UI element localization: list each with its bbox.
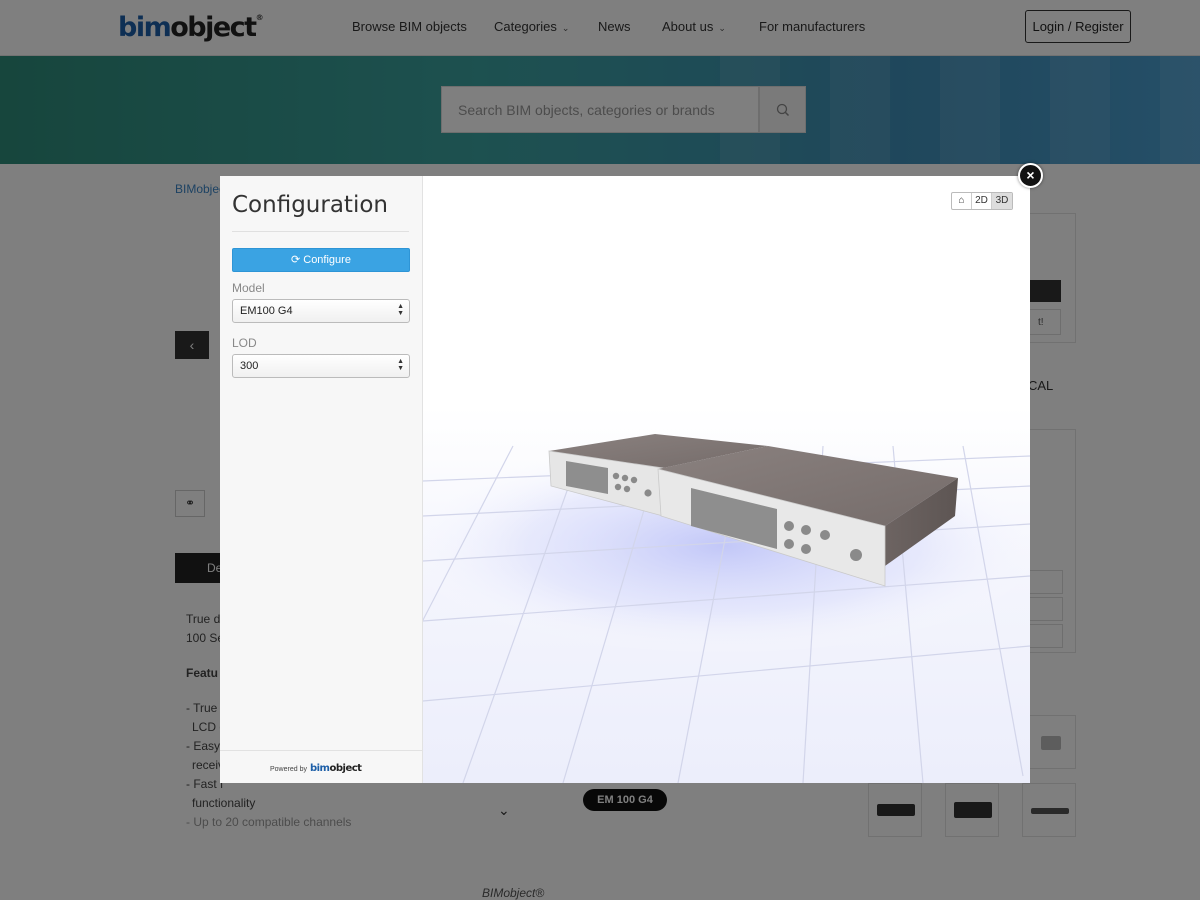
configure-button[interactable]: ⟳ Configure — [232, 248, 410, 272]
logo-object: object — [329, 763, 362, 774]
device-button — [623, 485, 631, 493]
device-button — [784, 539, 794, 549]
lod-select[interactable]: 300 ▲ ▼ — [232, 354, 410, 378]
view-3d-button[interactable]: 3D — [992, 193, 1012, 209]
device-button — [801, 544, 811, 554]
home-icon: ⌂ — [958, 195, 965, 206]
device-button — [612, 472, 620, 480]
modal-title: Configuration — [232, 192, 388, 218]
model-label: Model — [232, 281, 265, 295]
3d-viewport[interactable]: ⌂ 2D 3D — [423, 176, 1030, 783]
close-icon: × — [1026, 167, 1035, 183]
device-button — [630, 476, 638, 484]
configure-button-label: Configure — [303, 254, 351, 266]
logo-bim: bim — [309, 763, 330, 774]
device-button — [820, 530, 830, 540]
powered-by-text: Powered by — [270, 766, 307, 773]
view-mode-switcher: ⌂ 2D 3D — [951, 192, 1013, 210]
divider — [220, 750, 422, 751]
bimobject-logo: bimobject — [309, 763, 362, 774]
device-button — [801, 525, 811, 535]
select-arrows-icon: ▲ ▼ — [397, 358, 404, 372]
home-view-button[interactable]: ⌂ — [952, 193, 972, 209]
device-button — [850, 549, 862, 561]
powered-by[interactable]: Powered by bimobject — [270, 763, 362, 774]
select-arrows-icon: ▲ ▼ — [397, 303, 404, 317]
device-button — [614, 483, 622, 491]
close-modal-button[interactable]: × — [1018, 163, 1043, 188]
refresh-icon: ⟳ — [291, 254, 301, 266]
model-select-value: EM100 G4 — [240, 305, 293, 317]
divider — [232, 231, 409, 232]
device-button — [621, 474, 629, 482]
lod-label: LOD — [232, 336, 257, 350]
configuration-modal: Configuration ⟳ Configure Model EM100 G4 … — [220, 176, 1030, 783]
configuration-sidebar: Configuration ⟳ Configure Model EM100 G4 … — [220, 176, 423, 783]
model-select[interactable]: EM100 G4 ▲ ▼ — [232, 299, 410, 323]
view-2d-button[interactable]: 2D — [972, 193, 992, 209]
device-button — [784, 521, 794, 531]
3d-scene[interactable] — [423, 176, 1030, 783]
lod-select-value: 300 — [240, 360, 259, 372]
device-button — [644, 489, 652, 497]
